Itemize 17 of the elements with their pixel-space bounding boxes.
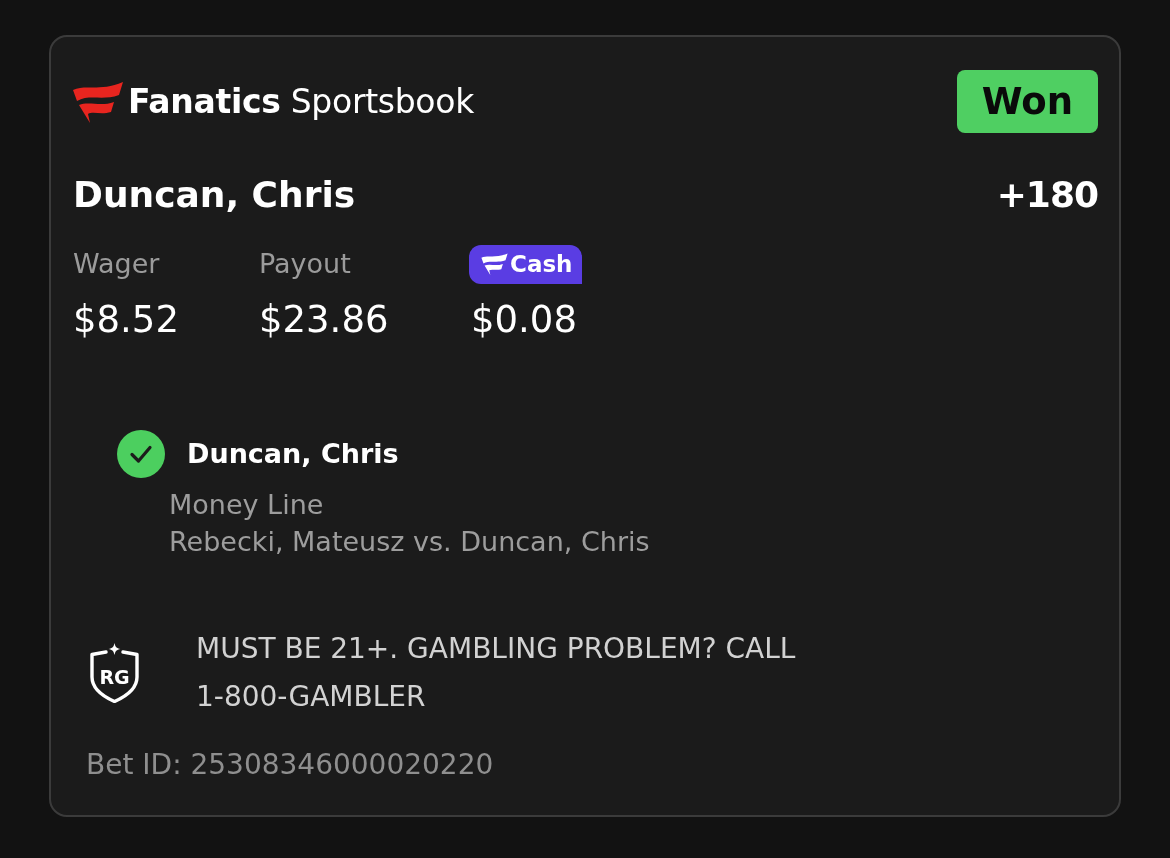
amount-value: $23.86 bbox=[259, 297, 389, 343]
amount-label: Payout bbox=[259, 247, 351, 281]
odds-text: +180 bbox=[996, 173, 1098, 217]
market-name: Money Line bbox=[169, 488, 324, 522]
f-logo-icon bbox=[73, 80, 123, 123]
amount-value: $0.08 bbox=[471, 297, 577, 343]
status-badge: Won bbox=[956, 70, 1098, 133]
bet-id-text: Bet ID: 25308346000020220 bbox=[86, 747, 494, 783]
selection-name: Duncan, Chris bbox=[73, 173, 356, 217]
gambling-notice: MUST BE 21+. GAMBLING PROBLEM? CALL 1-800-GAMBLER bbox=[196, 631, 797, 715]
brand-wordmark: Fanatics Sportsbook bbox=[128, 81, 474, 122]
cash-label: Cash bbox=[510, 250, 573, 278]
f-logo-icon bbox=[481, 253, 508, 275]
matchup-text: Rebecki, Mateusz vs. Duncan, Chris bbox=[169, 525, 650, 559]
amount-label: Wager bbox=[73, 247, 160, 281]
leg-selection-name: Duncan, Chris bbox=[187, 437, 399, 471]
amount-value: $8.52 bbox=[73, 297, 179, 343]
